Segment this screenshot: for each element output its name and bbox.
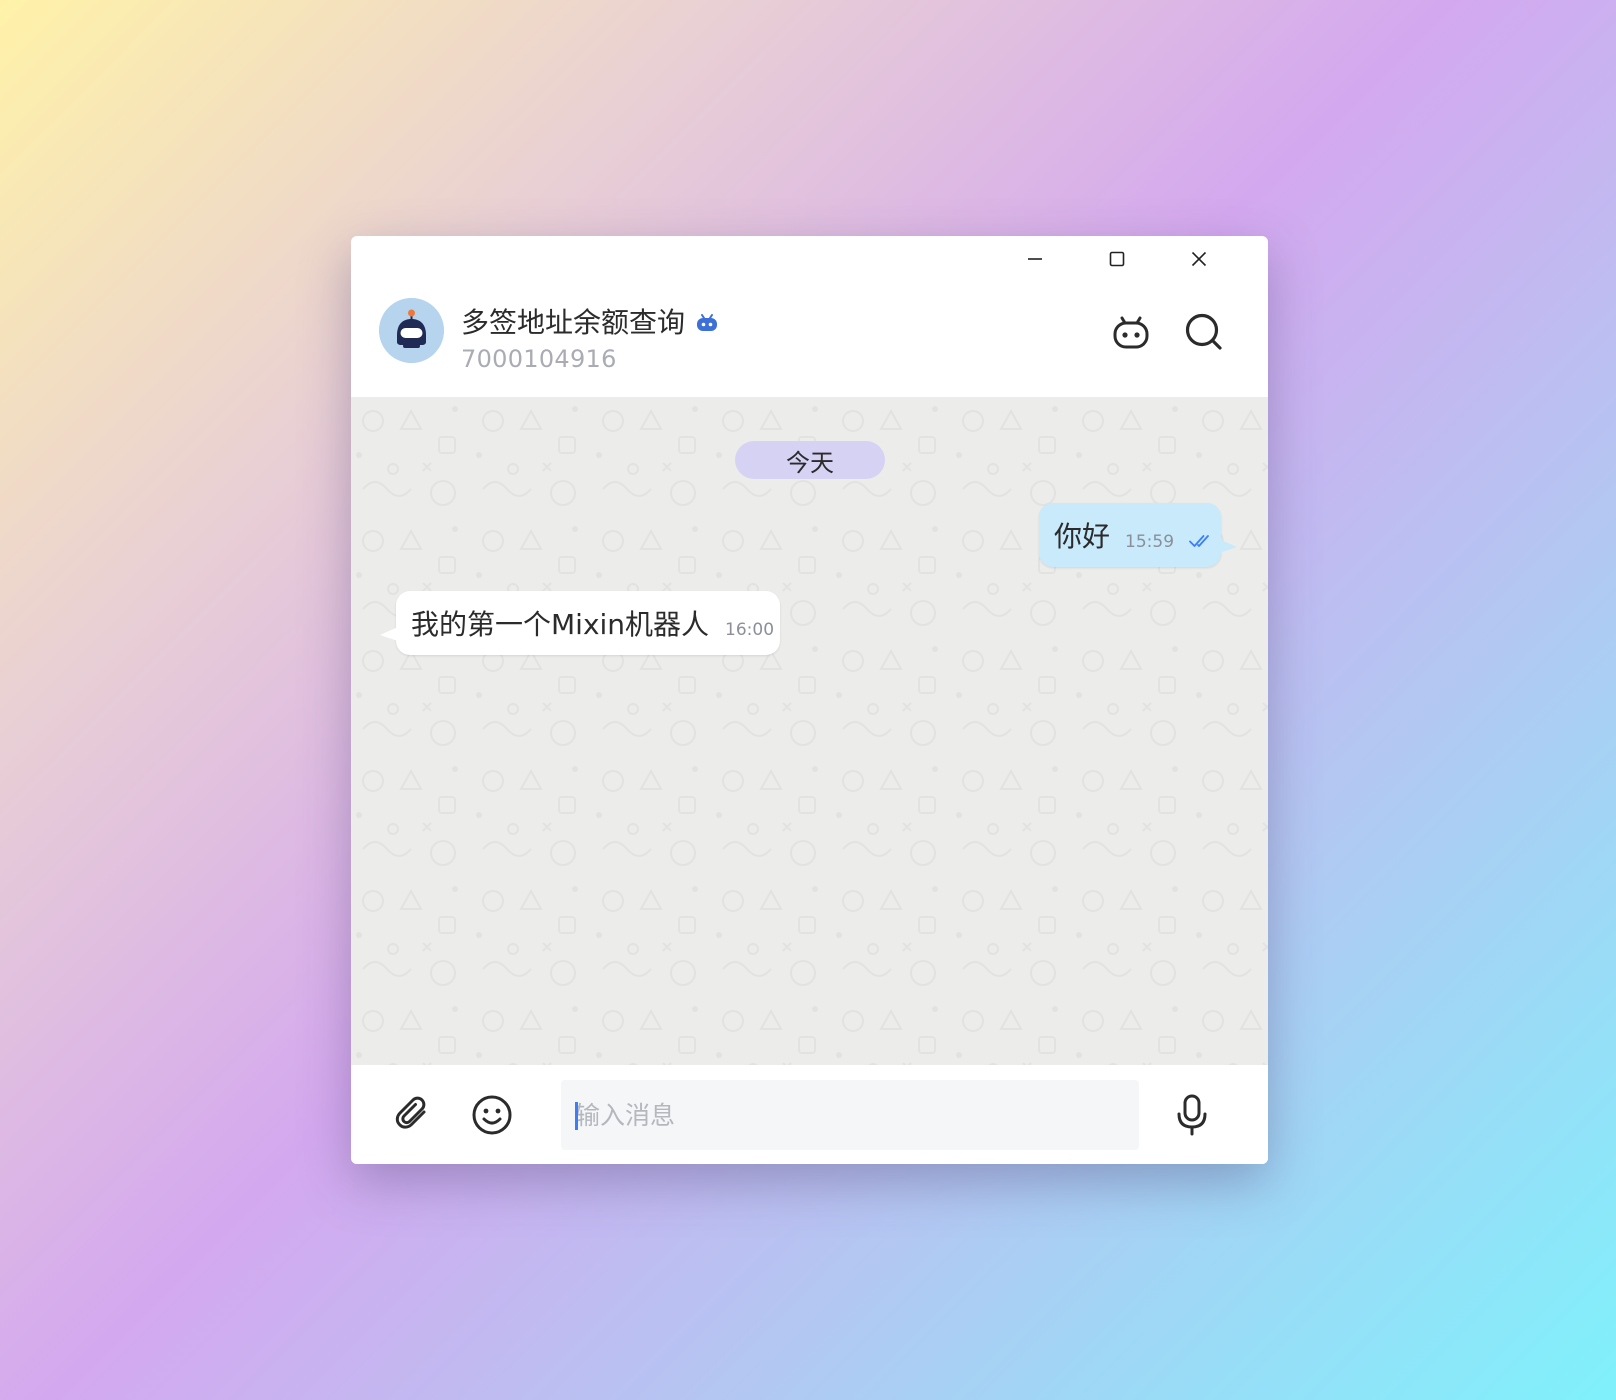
- chat-id: 7000104916: [461, 345, 617, 373]
- double-check-icon: [1189, 535, 1209, 547]
- attach-button[interactable]: [387, 1089, 439, 1141]
- close-icon: [1191, 251, 1207, 267]
- minimize-icon: [1028, 258, 1042, 260]
- minimize-button[interactable]: [1013, 242, 1057, 276]
- message-text: 你好: [1054, 520, 1111, 553]
- avatar[interactable]: [379, 298, 444, 363]
- search-icon: [1185, 313, 1222, 350]
- text-caret: [575, 1102, 578, 1130]
- message-text: 我的第一个Mixin机器人: [411, 608, 710, 641]
- chat-title-row: 多签地址余额查询: [461, 306, 719, 340]
- robot-avatar-icon: [379, 298, 444, 363]
- chat-background-pattern: [351, 397, 1268, 1065]
- bot-button[interactable]: [1109, 310, 1153, 354]
- close-button[interactable]: [1177, 242, 1221, 276]
- bot-badge-icon: [697, 314, 718, 331]
- paperclip-icon: [395, 1096, 426, 1129]
- message-bubble-incoming[interactable]: 我的第一个Mixin机器人 16:00: [380, 591, 780, 655]
- title-bar: [351, 236, 1268, 282]
- message-bubble-outgoing[interactable]: 你好 15:59: [1039, 503, 1237, 567]
- bubble-tail: [380, 627, 398, 641]
- maximize-button[interactable]: [1095, 242, 1139, 276]
- bot-face-icon: [1113, 316, 1149, 349]
- message-list[interactable]: 今天 你好 15:59 我的第一个Mixin机器人 16:00: [351, 397, 1268, 1065]
- message-input-wrapper: [561, 1080, 1139, 1150]
- message-time: 16:00: [725, 620, 775, 640]
- emoji-button[interactable]: [466, 1089, 518, 1141]
- chat-title[interactable]: 多签地址余额查询: [461, 306, 685, 340]
- emoji-icon: [472, 1095, 512, 1135]
- composer: [351, 1065, 1268, 1164]
- chat-window: 多签地址余额查询 7000104916 今天 你好 15:59 我的第一个Mix…: [351, 236, 1268, 1164]
- microphone-icon: [1177, 1094, 1207, 1136]
- message-input[interactable]: [561, 1080, 1139, 1150]
- message-time: 15:59: [1125, 532, 1175, 552]
- date-divider: 今天: [735, 441, 885, 479]
- search-button[interactable]: [1182, 310, 1226, 354]
- maximize-icon: [1109, 251, 1125, 267]
- voice-button[interactable]: [1166, 1089, 1218, 1141]
- bubble-tail: [1219, 539, 1237, 553]
